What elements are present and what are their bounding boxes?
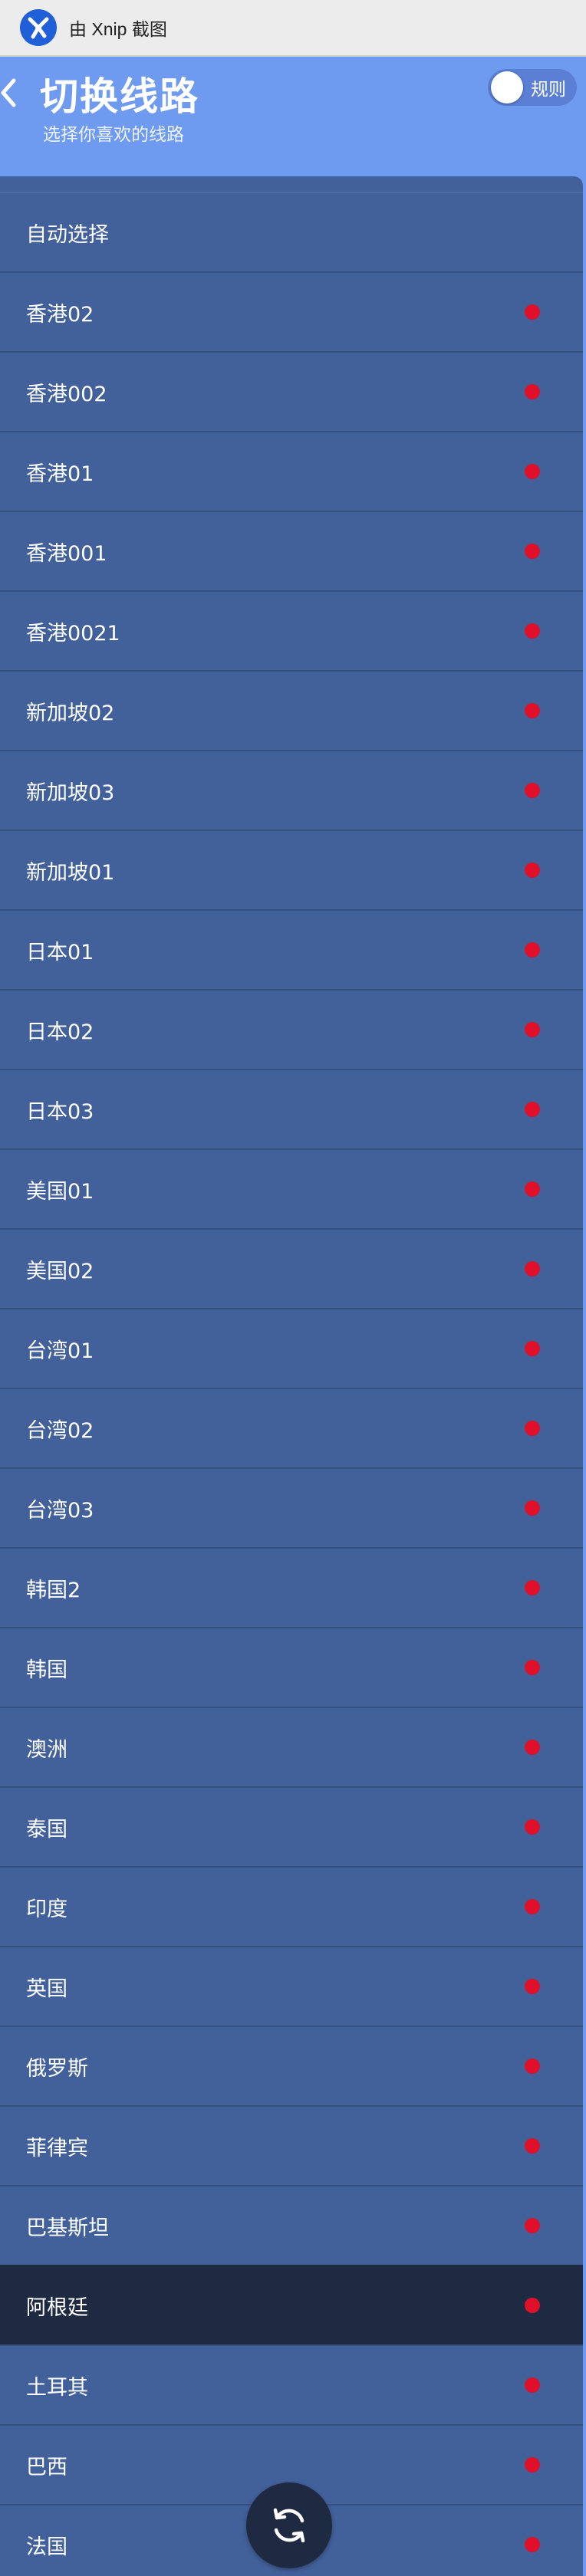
toggle-knob: [491, 71, 523, 104]
route-item[interactable]: 日本01: [0, 909, 583, 989]
status-dot-icon: [525, 1660, 540, 1675]
route-item[interactable]: 韩国2: [0, 1547, 583, 1627]
status-dot-icon: [525, 1899, 540, 1914]
watermark-text: 由 Xnip 截图: [69, 19, 167, 39]
status-dot-icon: [525, 1261, 540, 1276]
page-subtitle: 选择你喜欢的线路: [43, 125, 184, 145]
xnip-watermark-bar: 由 Xnip 截图: [0, 0, 586, 57]
route-label: 香港0021: [26, 621, 120, 646]
status-dot-icon: [525, 304, 540, 320]
route-label: 新加坡01: [26, 860, 115, 885]
route-label: 澳洲: [26, 1737, 67, 1762]
route-item[interactable]: 香港02: [0, 271, 583, 351]
route-label: 阿根廷: [26, 2295, 88, 2320]
status-dot-icon: [525, 544, 540, 559]
status-dot-icon: [525, 2537, 540, 2552]
status-dot-icon: [525, 2298, 540, 2313]
rules-toggle-label: 规则: [531, 80, 566, 100]
route-item[interactable]: 日本02: [0, 989, 583, 1069]
route-label: 韩国2: [26, 1578, 81, 1602]
route-label: 美国02: [26, 1259, 94, 1283]
route-item[interactable]: 新加坡02: [0, 670, 583, 750]
route-label: 巴西: [26, 2455, 67, 2479]
route-label: 英国: [26, 1976, 67, 2001]
status-dot-icon: [525, 1580, 540, 1595]
route-item[interactable]: 台湾03: [0, 1467, 583, 1547]
route-label: 土耳其: [26, 2375, 88, 2400]
status-dot-icon: [525, 1740, 540, 1755]
route-label: 香港002: [26, 382, 107, 406]
route-item[interactable]: 澳洲: [0, 1707, 583, 1786]
route-item[interactable]: 日本03: [0, 1069, 583, 1148]
route-item[interactable]: 英国: [0, 1946, 583, 2026]
status-dot-icon: [525, 623, 540, 639]
route-label: 俄罗斯: [26, 2056, 88, 2081]
route-item[interactable]: 俄罗斯: [0, 2026, 583, 2105]
route-label: 菲律宾: [26, 2136, 88, 2160]
status-dot-icon: [525, 2058, 540, 2074]
route-label: 印度: [26, 1897, 67, 1921]
status-dot-icon: [525, 942, 540, 958]
route-label: 台湾02: [26, 1418, 94, 1443]
route-item[interactable]: 韩国: [0, 1627, 583, 1707]
route-label: 台湾03: [26, 1498, 94, 1523]
route-label: 韩国: [26, 1658, 67, 1682]
route-label: 日本01: [26, 940, 94, 964]
status-dot-icon: [525, 1022, 540, 1037]
rules-toggle[interactable]: 规则: [488, 69, 577, 106]
route-label: 自动选择: [26, 222, 109, 247]
route-label: 泰国: [26, 1817, 67, 1842]
route-item[interactable]: 香港0021: [0, 590, 583, 670]
route-item[interactable]: 土耳其: [0, 2344, 583, 2424]
route-label: 日本03: [26, 1099, 94, 1124]
route-item[interactable]: 香港002: [0, 351, 583, 431]
route-label: 巴基斯坦: [26, 2216, 109, 2240]
route-label: 新加坡02: [26, 701, 115, 725]
refresh-icon: [273, 2508, 305, 2543]
status-dot-icon: [525, 1341, 540, 1356]
page-title: 切换线路: [40, 74, 199, 119]
route-label: 美国01: [26, 1179, 94, 1204]
status-dot-icon: [525, 783, 540, 798]
route-item[interactable]: 美国01: [0, 1148, 583, 1228]
route-label: 香港01: [26, 462, 94, 486]
status-dot-icon: [525, 863, 540, 878]
status-dot-icon: [525, 1102, 540, 1117]
route-item[interactable]: 印度: [0, 1866, 583, 1946]
route-item[interactable]: 菲律宾: [0, 2105, 583, 2185]
route-item[interactable]: 自动选择: [0, 192, 583, 271]
route-label: 台湾01: [26, 1339, 94, 1363]
route-label: 香港02: [26, 302, 94, 327]
refresh-button[interactable]: [246, 2482, 332, 2568]
route-item[interactable]: 新加坡03: [0, 750, 583, 830]
status-dot-icon: [525, 2457, 540, 2472]
route-label: 新加坡03: [26, 780, 115, 805]
status-dot-icon: [525, 1819, 540, 1835]
status-dot-icon: [525, 464, 540, 479]
route-item[interactable]: 台湾01: [0, 1308, 583, 1388]
route-item[interactable]: 新加坡01: [0, 830, 583, 909]
route-label: 法国: [26, 2535, 67, 2559]
status-dot-icon: [525, 1979, 540, 1994]
route-item[interactable]: 香港01: [0, 431, 583, 511]
route-item[interactable]: 美国02: [0, 1228, 583, 1308]
route-item[interactable]: 泰国: [0, 1786, 583, 1866]
status-dot-icon: [525, 1421, 540, 1436]
status-dot-icon: [525, 2138, 540, 2154]
status-dot-icon: [525, 384, 540, 399]
status-dot-icon: [525, 2377, 540, 2393]
route-list: 自动选择香港02 香港002 香港01 香港001 香港0021 新加坡02 新加坡03 新加…: [0, 176, 583, 2576]
route-item[interactable]: 巴基斯坦: [0, 2185, 583, 2265]
status-dot-icon: [525, 1500, 540, 1516]
chevron-left-icon[interactable]: [0, 75, 21, 110]
status-dot-icon: [525, 1181, 540, 1197]
route-label: 日本02: [26, 1020, 94, 1044]
route-label: 香港001: [26, 541, 107, 566]
status-dot-icon: [525, 703, 540, 718]
status-dot-icon: [525, 2218, 540, 2233]
xnip-logo-icon: [20, 9, 57, 46]
route-item[interactable]: 香港001: [0, 511, 583, 590]
route-item[interactable]: 台湾02: [0, 1388, 583, 1467]
route-item[interactable]: 阿根廷: [0, 2265, 583, 2344]
